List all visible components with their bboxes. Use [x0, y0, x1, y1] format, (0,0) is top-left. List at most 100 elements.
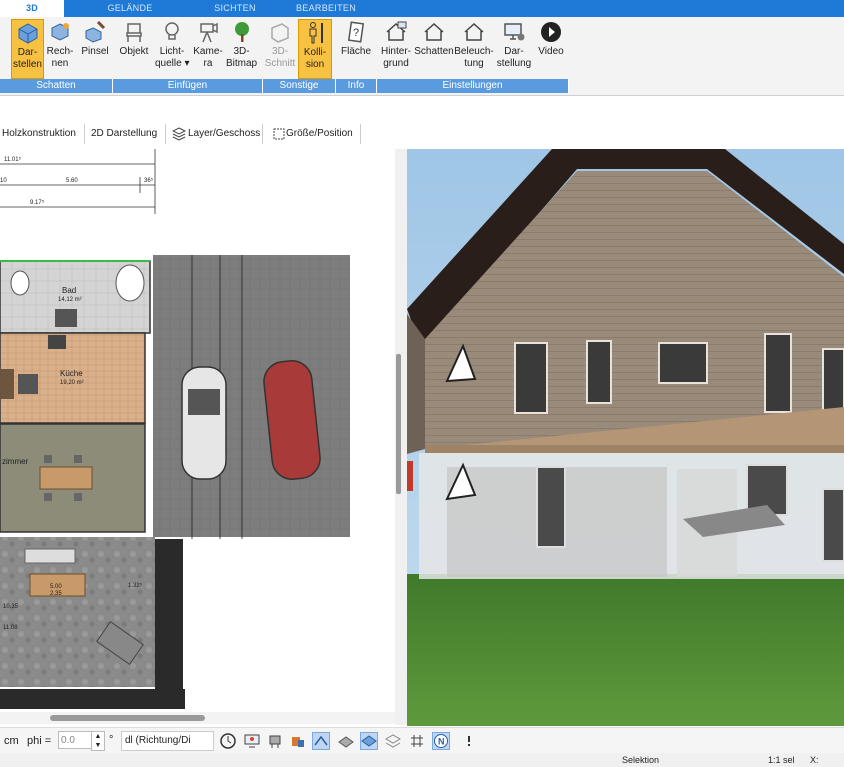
dim-terrace-2: 2.35	[50, 591, 62, 597]
button-label: Pinsel	[81, 46, 109, 57]
3d-view[interactable]	[407, 149, 844, 726]
status-x-coordinate: X:	[810, 755, 819, 765]
tree-icon	[234, 22, 249, 42]
dim-top-mid: 5.60	[66, 178, 78, 184]
dim-top-left: 10	[0, 178, 7, 184]
kamera-button[interactable]: Kame- ra	[193, 19, 223, 70]
group-sonstige: Sonstige	[263, 79, 336, 93]
rechnen-button[interactable]: Rech- nen	[45, 19, 75, 70]
room-name-zimmer: zimmer	[2, 457, 29, 466]
holzkonstruktion-button[interactable]: Holzkonstruktion	[0, 124, 85, 144]
button-label: Licht- quelle ▾	[155, 46, 190, 69]
direction-select[interactable]: dl (Richtung/Di	[121, 731, 214, 751]
button-label: Fläche	[340, 46, 371, 57]
button-label: Kame- ra	[193, 46, 223, 69]
button-label: 3D- Bitmap	[225, 46, 258, 69]
dim-11-08: 11.08	[3, 625, 18, 631]
hintergrund-button[interactable]: Hinter- grund	[378, 19, 414, 70]
phi-spinner[interactable]: ▲ ▼	[91, 731, 105, 751]
schatten-button[interactable]: Schatten	[414, 19, 454, 58]
button-label: Hinter- grund	[380, 46, 411, 69]
group-info: Info	[336, 79, 377, 93]
3d-bitmap-button[interactable]: 3D- Bitmap	[225, 19, 258, 70]
horizontal-scrollbar[interactable]	[0, 712, 395, 724]
layers-stack-icon[interactable]	[384, 732, 402, 750]
darstellen-button[interactable]: Dar- stellen	[11, 19, 44, 79]
lightbulb-icon	[165, 22, 179, 40]
3d-schnitt-button[interactable]: 3D- Schnitt	[264, 19, 296, 70]
floor-plan-drawing: Bad 14,12 m² Küche 19,20 m² zimmer 5.00 …	[0, 149, 350, 709]
person-icon	[309, 22, 323, 44]
north-icon[interactable]: N	[432, 732, 450, 750]
layers-icon	[172, 127, 186, 141]
svg-text:?: ?	[353, 27, 359, 39]
vertical-scrollbar-thumb[interactable]	[396, 354, 401, 494]
house-background-icon	[386, 21, 407, 41]
more-options-icon[interactable]	[460, 732, 478, 750]
svg-text:N: N	[438, 737, 445, 747]
dim-terrace-1: 5.00	[50, 584, 62, 590]
paint-cube-icon	[85, 20, 106, 43]
roof-view-icon[interactable]	[312, 732, 330, 750]
ribbon-tab-bar: 3D GELÄNDE SICHTEN BEARBEITEN	[0, 0, 844, 17]
tab-gelaende[interactable]: GELÄNDE	[100, 0, 160, 17]
groesse-position-button[interactable]: Größe/Position	[270, 124, 361, 144]
size-position-icon	[273, 128, 285, 140]
layer-geschoss-button[interactable]: Layer/Geschoss	[170, 124, 263, 144]
button-label: Dar- stellen	[13, 47, 42, 70]
room-area-kueche: 19,20 m²	[60, 380, 84, 386]
house-light-icon	[464, 22, 484, 41]
lichtquelle-button[interactable]: Licht- quelle ▾	[155, 19, 190, 70]
texture-icon[interactable]	[337, 732, 355, 750]
dim-top-sub: 9.17⁵	[30, 199, 45, 206]
tab-bearbeiten[interactable]: BEARBEITEN	[290, 0, 362, 17]
ribbon: Dar- stellen Rech- nen Pinsel Objekt Lic…	[0, 17, 844, 96]
screen-icon[interactable]	[243, 732, 261, 750]
button-label: Dar- stellung	[496, 46, 532, 69]
horizontal-scrollbar-thumb[interactable]	[50, 715, 205, 721]
status-bar: Selektion 1:1 sel X:	[0, 753, 844, 767]
3d-house-render	[407, 149, 844, 726]
play-icon	[541, 22, 561, 42]
2d-darstellung-button[interactable]: 2D Darstellung	[89, 124, 166, 144]
input-bar: cm phi = ▲▼ ° dl (Richtung/Di N	[0, 727, 844, 754]
layer-geschoss-label: Layer/Geschoss	[188, 128, 261, 139]
section-icon	[271, 23, 289, 43]
group-einfuegen: Einfügen	[113, 79, 263, 93]
room-name-kueche: Küche	[60, 369, 83, 378]
button-label: Objekt	[119, 46, 149, 57]
dim-10-35: 10.35	[3, 604, 19, 610]
beleuchtung-button[interactable]: Beleuch- tung	[454, 19, 494, 70]
kollision-button[interactable]: Kolli- sion	[298, 19, 332, 79]
status-scale: 1:1 sel	[768, 755, 795, 765]
unit-label: cm	[4, 735, 19, 747]
floor-plan-2d[interactable]: Bad 14,12 m² Küche 19,20 m² zimmer 5.00 …	[0, 149, 395, 709]
video-button[interactable]: Video	[535, 19, 567, 58]
phi-input[interactable]	[58, 731, 92, 749]
grid-icon[interactable]	[408, 732, 426, 750]
darstellung-button[interactable]: Dar- stellung	[495, 19, 533, 70]
direction-value: dl (Richtung/Di	[125, 735, 191, 746]
button-label: 3D- Schnitt	[264, 46, 296, 69]
button-label: Rech- nen	[46, 46, 74, 69]
pane-splitter[interactable]	[395, 149, 407, 725]
objekt-button[interactable]: Objekt	[117, 19, 151, 58]
group-schatten: Schatten	[0, 79, 113, 93]
objects-icon[interactable]	[289, 732, 307, 750]
clock-icon[interactable]	[219, 732, 237, 750]
room-name-bad: Bad	[62, 286, 76, 295]
button-label: Beleuch- tung	[454, 46, 494, 69]
tab-sichten[interactable]: SICHTEN	[205, 0, 265, 17]
floor-plane-icon[interactable]	[360, 732, 378, 750]
monitor-settings-icon	[504, 23, 525, 41]
tab-3d[interactable]: 3D	[0, 0, 64, 17]
pinsel-button[interactable]: Pinsel	[80, 19, 110, 58]
button-label: Kolli- sion	[303, 47, 327, 70]
house-shadow-icon	[424, 22, 444, 41]
cube-icon	[18, 23, 37, 44]
button-label: Schatten	[414, 46, 454, 57]
dim-1-32: 1.32⁵	[128, 582, 143, 589]
flaeche-button[interactable]: ? Fläche	[339, 19, 373, 58]
chair-icon	[126, 23, 142, 42]
robot-icon[interactable]	[266, 732, 284, 750]
